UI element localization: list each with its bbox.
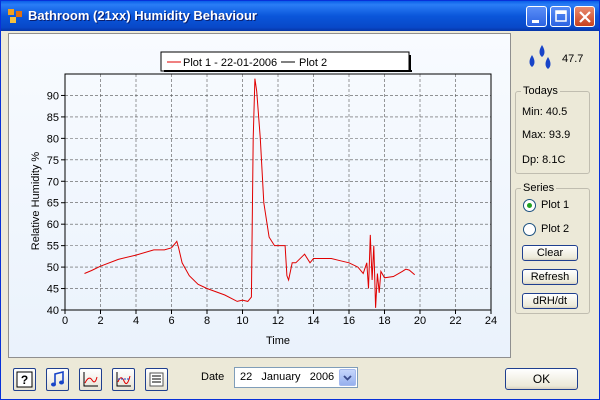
date-value: 22 January 2006 — [240, 371, 335, 383]
x-tick-label: 24 — [485, 315, 497, 327]
radio-plot2-button[interactable] — [523, 223, 536, 236]
water-drops-icon — [529, 45, 551, 69]
series-group: Series Plot 1 Plot 2 Clear Refresh dRH/d… — [515, 182, 590, 314]
ok-button[interactable]: OK — [505, 368, 578, 390]
max-value: Max: 93.9 — [522, 129, 571, 141]
window-title: Bathroom (21xx) Humidity Behaviour — [28, 8, 257, 23]
min-value: Min: 40.5 — [522, 106, 568, 118]
app-icon — [8, 9, 22, 23]
radio-plot1[interactable]: Plot 1 — [523, 198, 587, 214]
x-tick-label: 6 — [168, 315, 174, 327]
x-tick-label: 8 — [204, 315, 210, 327]
close-icon — [579, 11, 591, 23]
x-tick-label: 2 — [97, 315, 103, 327]
legend-label-plot1: Plot 1 - 22-01-2006 — [183, 57, 277, 69]
chart-icon — [83, 372, 98, 387]
title-bar[interactable]: Bathroom (21xx) Humidity Behaviour — [1, 1, 599, 31]
legend-shadow — [164, 70, 412, 72]
x-tick-label: 0 — [62, 315, 68, 327]
sound-button[interactable] — [46, 368, 69, 391]
y-tick-label: 50 — [47, 262, 59, 274]
y-tick-label: 90 — [47, 90, 59, 102]
radio-selected-dot — [527, 203, 532, 208]
humidity-value: 47.7 — [562, 53, 584, 65]
radio-plot2[interactable]: Plot 2 — [523, 222, 587, 238]
list-button[interactable] — [145, 368, 168, 391]
y-tick-label: 80 — [47, 133, 59, 145]
series-title: Series — [521, 182, 557, 194]
y-tick-label: 70 — [47, 176, 59, 188]
radio-plot1-label: Plot 1 — [541, 199, 570, 211]
todays-title: Todays — [521, 85, 560, 97]
maximize-button[interactable] — [550, 6, 571, 27]
clear-button[interactable]: Clear — [522, 245, 578, 261]
legend-label-plot2: Plot 2 — [299, 57, 327, 69]
close-button[interactable] — [574, 6, 595, 27]
x-tick-label: 16 — [343, 315, 355, 327]
radio-plot2-label: Plot 2 — [541, 223, 570, 235]
x-tick-label: 18 — [378, 315, 390, 327]
x-tick-label: 20 — [414, 315, 426, 327]
date-picker[interactable]: 22 January 2006 — [234, 367, 358, 388]
date-label: Date — [201, 371, 225, 383]
x-tick-label: 22 — [449, 315, 461, 327]
list-icon — [149, 372, 164, 387]
refresh-button[interactable]: Refresh — [522, 269, 578, 285]
y-tick-label: 40 — [47, 305, 59, 317]
maximize-icon — [555, 10, 567, 22]
x-tick-label: 12 — [272, 315, 284, 327]
client-area: Plot 1 - 22-01-2006 Plot 2 Time Relative… — [4, 31, 596, 396]
todays-group: Todays Min: 40.5 Max: 93.9 Dp: 8.1C — [515, 85, 590, 174]
y-tick-label: 65 — [47, 198, 59, 210]
dewpoint-value: Dp: 8.1C — [522, 154, 566, 166]
main-window: Bathroom (21xx) Humidity Behaviour Plot … — [0, 0, 600, 400]
x-tick-label: 4 — [133, 315, 139, 327]
help-icon: ? — [16, 371, 33, 388]
music-note-icon — [51, 371, 64, 387]
legend-shadow-side — [409, 55, 411, 72]
radio-plot1-button[interactable] — [523, 199, 536, 212]
y-tick-label: 75 — [47, 155, 59, 167]
series-line-1 — [84, 78, 416, 308]
humidity-chart: Plot 1 - 22-01-2006 Plot 2 Time Relative… — [8, 33, 511, 358]
x-tick-label: 10 — [236, 315, 248, 327]
drh-dt-button[interactable]: dRH/dt — [522, 293, 578, 309]
chevron-down-icon — [343, 375, 352, 381]
x-axis-title: Time — [266, 335, 290, 347]
y-tick-label: 60 — [47, 219, 59, 231]
minimize-button[interactable] — [526, 6, 547, 27]
y-tick-label: 55 — [47, 241, 59, 253]
x-tick-label: 14 — [307, 315, 319, 327]
y-tick-label: 45 — [47, 284, 59, 296]
date-dropdown-button[interactable] — [339, 369, 356, 386]
minimize-icon — [532, 20, 539, 23]
svg-text:?: ? — [21, 373, 28, 387]
y-tick-label: 85 — [47, 112, 59, 124]
chart-alt-button[interactable] — [112, 368, 135, 391]
chart-alt-icon — [116, 372, 131, 387]
y-axis-title: Relative Humidity % — [30, 152, 42, 251]
help-button[interactable]: ? — [13, 368, 36, 391]
chart-svg: Plot 1 - 22-01-2006 Plot 2 Time Relative… — [30, 51, 497, 347]
chart-button[interactable] — [79, 368, 102, 391]
